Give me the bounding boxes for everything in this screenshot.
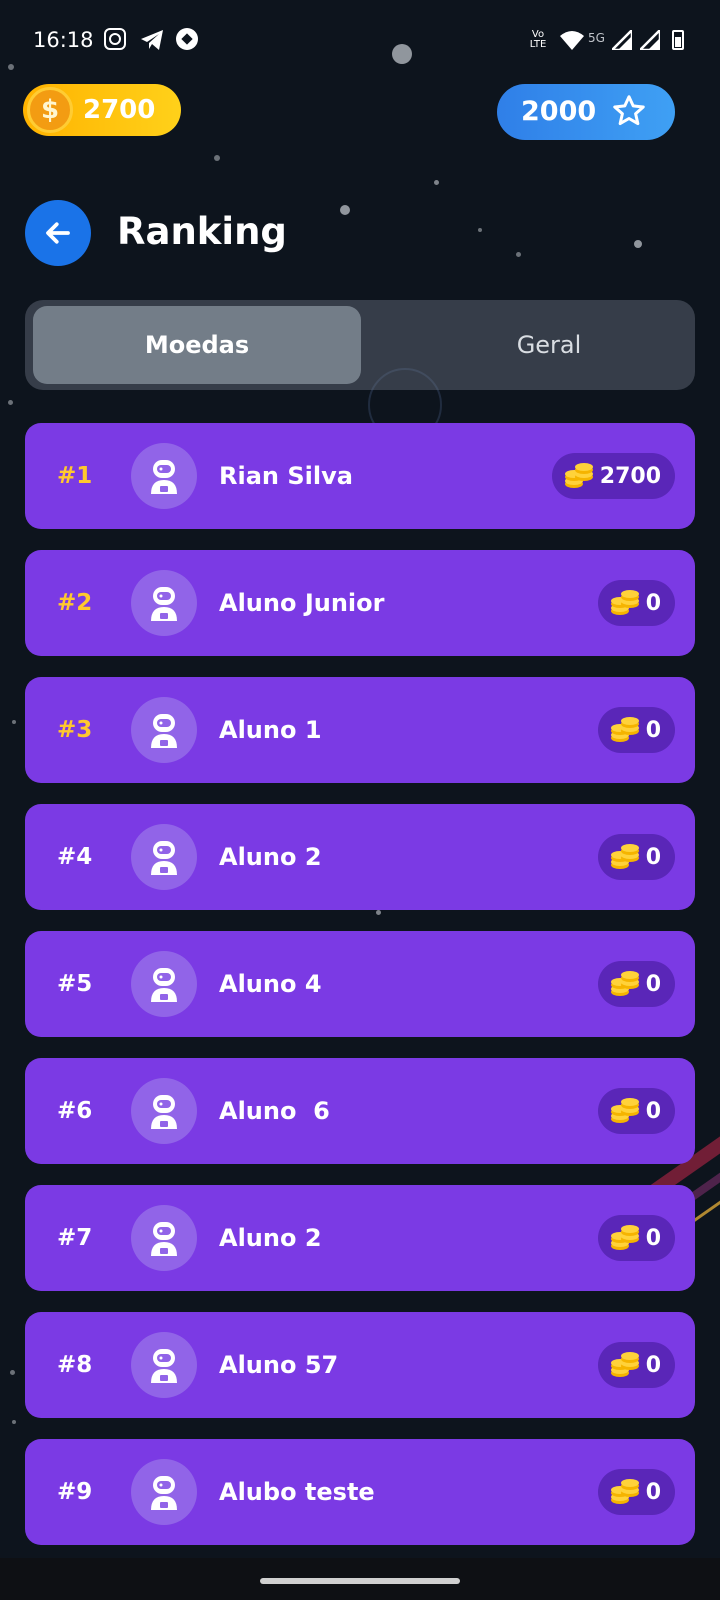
player-name: Aluno 2: [219, 1224, 322, 1252]
ranking-row[interactable]: #5 Aluno 4 0: [25, 931, 695, 1037]
ranking-row[interactable]: #3 Aluno 1 0: [25, 677, 695, 783]
score-value: 2700: [599, 463, 661, 489]
score-value: 0: [645, 717, 661, 743]
astronaut-icon: [151, 714, 177, 748]
ranking-row[interactable]: #6 Aluno 6 0: [25, 1058, 695, 1164]
astronaut-icon: [151, 968, 177, 1002]
score-badge: 0: [597, 834, 675, 880]
score-value: 0: [645, 1098, 661, 1124]
coin-balance-value: 2700: [83, 95, 156, 125]
astronaut-icon: [151, 460, 177, 494]
score-value: 0: [645, 1479, 661, 1505]
status-bar: 16:18 Vo LTE 5G: [0, 0, 720, 84]
score-value: 0: [645, 1225, 661, 1251]
score-badge: 0: [597, 707, 675, 753]
star-balance: 2000: [497, 84, 675, 140]
avatar: [131, 1332, 197, 1398]
astronaut-icon: [151, 587, 177, 621]
avatar: [131, 1459, 197, 1525]
score-badge: 0: [597, 1088, 675, 1134]
volte-icon: Vo LTE: [529, 29, 547, 50]
coin-stack-icon: [610, 844, 639, 869]
player-name: Aluno 4: [219, 970, 322, 998]
rank-position: #1: [57, 463, 93, 489]
rank-position: #2: [57, 590, 93, 616]
soccer-ball-icon: [176, 28, 198, 50]
home-gesture-handle[interactable]: [260, 1578, 460, 1584]
avatar: [131, 824, 197, 890]
rank-position: #5: [57, 971, 93, 997]
avatar: [131, 443, 197, 509]
arrow-left-icon: [46, 222, 70, 244]
score-value: 0: [645, 971, 661, 997]
rank-position: #9: [57, 1479, 93, 1505]
player-name: Aluno 6: [219, 1097, 330, 1125]
wifi-icon: [560, 28, 584, 52]
astronaut-icon: [151, 841, 177, 875]
avatar: [131, 1078, 197, 1144]
player-name: Aluno 1: [219, 716, 322, 744]
score-badge: 0: [597, 1215, 675, 1261]
ranking-row[interactable]: #8 Aluno 57 0: [25, 1312, 695, 1418]
coin-stack-icon: [564, 463, 593, 488]
status-time: 16:18: [33, 28, 94, 52]
ranking-tabs: Moedas Geral: [25, 300, 695, 390]
ranking-row[interactable]: #9 Alubo teste 0: [25, 1439, 695, 1545]
score-badge: 0: [597, 961, 675, 1007]
tab-moedas[interactable]: Moedas: [33, 306, 361, 384]
back-button[interactable]: [25, 200, 91, 266]
signal-icon: [612, 28, 632, 52]
tab-geral[interactable]: Geral: [385, 306, 713, 384]
rank-position: #8: [57, 1352, 93, 1378]
rank-position: #4: [57, 844, 93, 870]
rank-position: #7: [57, 1225, 93, 1251]
ranking-list: #1 Rian Silva 2700 #2 Aluno Junior 0 #3 …: [25, 423, 695, 1566]
network-type-label: 5G: [588, 31, 605, 45]
player-name: Aluno Junior: [219, 589, 385, 617]
score-value: 0: [645, 1352, 661, 1378]
avatar: [131, 570, 197, 636]
coin-stack-icon: [610, 1098, 639, 1123]
astronaut-icon: [151, 1095, 177, 1129]
system-navigation-bar: [0, 1558, 720, 1600]
telegram-icon: [140, 28, 164, 52]
coin-stack-icon: [610, 1479, 639, 1504]
coin-stack-icon: [610, 1225, 639, 1250]
coin-balance: $ 2700: [23, 84, 181, 136]
player-name: Aluno 2: [219, 843, 322, 871]
coin-stack-icon: [610, 590, 639, 615]
battery-icon: [672, 30, 684, 50]
coin-stack-icon: [610, 971, 639, 996]
player-name: Rian Silva: [219, 462, 353, 490]
ranking-row[interactable]: #2 Aluno Junior 0: [25, 550, 695, 656]
player-name: Aluno 57: [219, 1351, 339, 1379]
rank-position: #6: [57, 1098, 93, 1124]
astronaut-icon: [151, 1222, 177, 1256]
score-badge: 0: [597, 1342, 675, 1388]
astronaut-icon: [151, 1349, 177, 1383]
score-badge: 0: [597, 1469, 675, 1515]
star-balance-value: 2000: [521, 96, 597, 127]
astronaut-icon: [151, 1476, 177, 1510]
avatar: [131, 951, 197, 1017]
star-outline-icon: [613, 95, 645, 126]
dollar-coin-icon: $: [27, 87, 73, 133]
score-value: 0: [645, 844, 661, 870]
avatar: [131, 1205, 197, 1271]
player-name: Alubo teste: [219, 1478, 375, 1506]
score-badge: 2700: [551, 453, 675, 499]
page-title: Ranking: [117, 210, 287, 253]
rank-position: #3: [57, 717, 93, 743]
score-value: 0: [645, 590, 661, 616]
coin-stack-icon: [610, 717, 639, 742]
score-badge: 0: [597, 580, 675, 626]
coin-stack-icon: [610, 1352, 639, 1377]
ranking-row[interactable]: #4 Aluno 2 0: [25, 804, 695, 910]
signal-icon: [640, 28, 660, 52]
ranking-row[interactable]: #1 Rian Silva 2700: [25, 423, 695, 529]
instagram-icon: [104, 28, 126, 50]
ranking-row[interactable]: #7 Aluno 2 0: [25, 1185, 695, 1291]
avatar: [131, 697, 197, 763]
